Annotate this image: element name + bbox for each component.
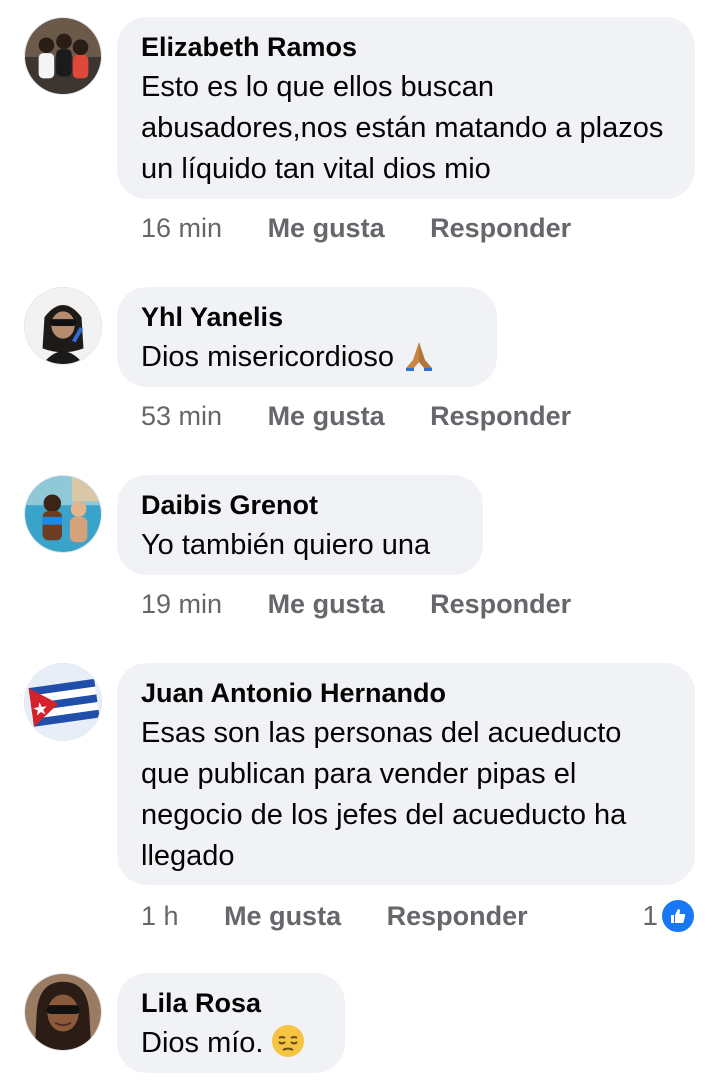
comment-actions: 16 min Me gusta Responder <box>141 212 571 244</box>
reaction-count: 1 <box>642 900 658 931</box>
like-button[interactable]: Me gusta <box>268 400 385 432</box>
comment-author[interactable]: Elizabeth Ramos <box>141 31 671 63</box>
profile-photo <box>25 18 101 94</box>
reply-button[interactable]: Responder <box>430 212 571 244</box>
reply-button[interactable]: Responder <box>387 900 528 932</box>
profile-photo <box>25 476 101 552</box>
avatar[interactable] <box>24 287 102 365</box>
comment-actions: 1 h Me gusta Responder <box>141 900 528 932</box>
comment-time[interactable]: 16 min <box>141 212 222 244</box>
comment-text: Yo también quiero una <box>141 529 431 561</box>
comment-actions: 53 min Me gusta Responder <box>141 400 571 432</box>
comment-author[interactable]: Lila Rosa <box>141 987 321 1019</box>
comment-bubble: Daibis Grenot Yo también quiero una <box>117 475 483 575</box>
like-button[interactable]: Me gusta <box>268 212 385 244</box>
comment-actions: 19 min Me gusta Responder <box>141 588 571 620</box>
like-reaction-icon <box>660 898 696 934</box>
comment-bubble: Elizabeth Ramos Esto es lo que ellos bus… <box>117 17 695 199</box>
reply-button[interactable]: Responder <box>430 588 571 620</box>
avatar[interactable] <box>24 663 102 741</box>
profile-photo <box>25 974 101 1050</box>
avatar[interactable] <box>24 973 102 1051</box>
comment-text: Esto es lo que ellos buscan abusadores,n… <box>141 71 664 185</box>
comment-time[interactable]: 53 min <box>141 400 222 432</box>
comment-text: Dios misericordioso <box>141 337 473 384</box>
avatar[interactable] <box>24 17 102 95</box>
comment-author[interactable]: Daibis Grenot <box>141 489 459 521</box>
cuban-flag-icon <box>25 664 101 740</box>
comment-time[interactable]: 19 min <box>141 588 222 620</box>
comment-bubble: Lila Rosa Dios mío. <box>117 973 345 1073</box>
comment-author[interactable]: Juan Antonio Hernando <box>141 677 671 709</box>
avatar[interactable] <box>24 475 102 553</box>
reaction-summary[interactable]: 1 <box>642 898 696 934</box>
comment-bubble: Juan Antonio Hernando Esas son las perso… <box>117 663 695 885</box>
comment-time[interactable]: 1 h <box>141 900 179 932</box>
like-button[interactable]: Me gusta <box>224 900 341 932</box>
comment-text: Dios mío. <box>141 1023 321 1070</box>
like-button[interactable]: Me gusta <box>268 588 385 620</box>
pensive-face-icon <box>271 1024 305 1070</box>
comment-text: Esas son las personas del acueducto que … <box>141 717 627 872</box>
comment-author[interactable]: Yhl Yanelis <box>141 301 473 333</box>
folded-hands-icon <box>402 338 436 384</box>
comment-bubble: Yhl Yanelis Dios misericordioso <box>117 287 497 387</box>
reply-button[interactable]: Responder <box>430 400 571 432</box>
profile-photo <box>25 288 101 364</box>
